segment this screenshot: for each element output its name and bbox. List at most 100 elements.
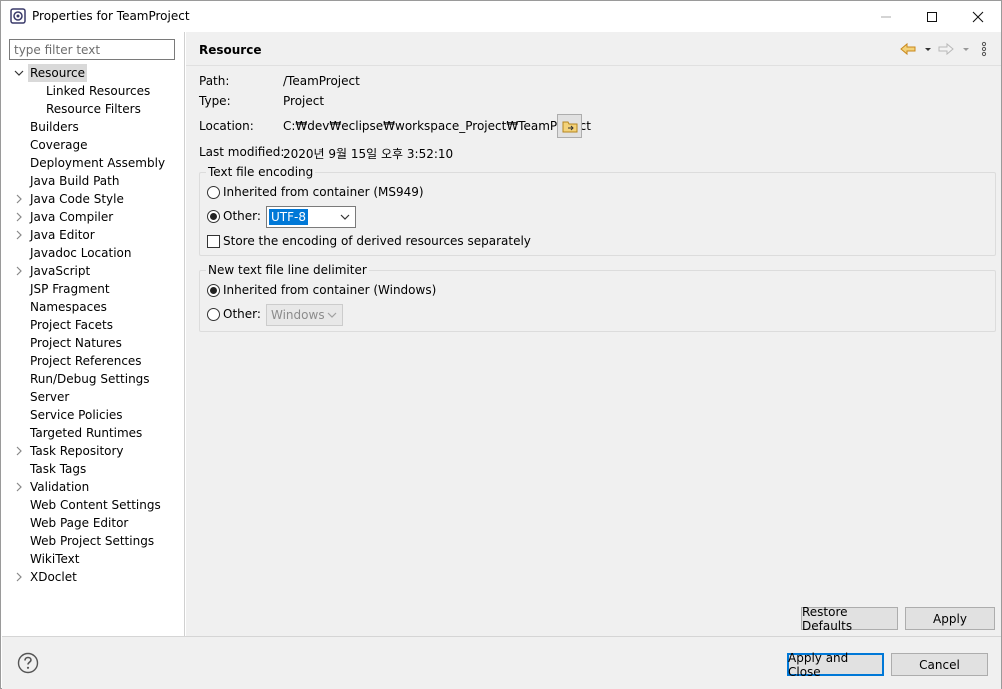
tree-item[interactable]: Coverage (2, 136, 185, 154)
tree-item[interactable]: Web Page Editor (2, 514, 185, 532)
tree-item-label: Server (30, 390, 70, 404)
tree-item[interactable]: Targeted Runtimes (2, 424, 185, 442)
dialog-button-bar: Apply and Close Cancel (2, 636, 1001, 689)
back-arrow-icon[interactable] (900, 41, 916, 57)
tree-item-label: Project Natures (30, 336, 122, 350)
tree-item[interactable]: Deployment Assembly (2, 154, 185, 172)
eclipse-properties-icon (10, 8, 26, 24)
property-page: Resource Path: /TeamProject Type: Projec… (186, 32, 1001, 636)
forward-arrow-icon[interactable] (938, 41, 954, 57)
tree-item-label: Resource (28, 64, 88, 82)
delimiter-select: Windows (266, 304, 343, 326)
tree-item[interactable]: Javadoc Location (2, 244, 185, 262)
delimiter-inherited-radio[interactable] (207, 284, 220, 297)
title-bar: Properties for TeamProject (1, 1, 1001, 32)
filter-input[interactable] (9, 39, 175, 60)
chevron-down-icon[interactable] (14, 68, 24, 78)
encoding-select[interactable]: UTF-8 (266, 206, 356, 228)
chevron-right-icon[interactable] (14, 230, 24, 240)
apply-button[interactable]: Apply (905, 607, 995, 630)
delimiter-inherited-label: Inherited from container (Windows) (223, 283, 437, 297)
tree-item[interactable]: Java Code Style (2, 190, 185, 208)
chevron-right-icon[interactable] (14, 572, 24, 582)
tree-item[interactable]: Server (2, 388, 185, 406)
apply-and-close-button[interactable]: Apply and Close (787, 651, 884, 679)
delimiter-other-radio[interactable] (207, 308, 220, 321)
tree-item-label: Task Tags (30, 462, 87, 476)
forward-dropdown-icon[interactable] (961, 41, 977, 57)
tree-item[interactable]: Namespaces (2, 298, 185, 316)
chevron-down-icon (327, 312, 337, 318)
tree-item-label: Web Project Settings (30, 534, 155, 548)
store-encoding-checkbox[interactable] (207, 235, 220, 248)
tree-item-label: WikiText (30, 552, 80, 566)
property-page-tree: Resource Linked Resources Resource Filters… (2, 64, 185, 586)
tree-item-label: Targeted Runtimes (30, 426, 143, 440)
chevron-right-icon[interactable] (14, 482, 24, 492)
tree-item-label: Resource Filters (46, 102, 141, 116)
tree-item[interactable]: Service Policies (2, 406, 185, 424)
chevron-right-icon[interactable] (14, 266, 24, 276)
tree-item[interactable]: Builders (2, 118, 185, 136)
tree-item[interactable]: Validation (2, 478, 185, 496)
properties-dialog: Properties for TeamProject Resource Linke… (0, 0, 1002, 689)
tree-item[interactable]: Project Natures (2, 334, 185, 352)
navigation-pane: Resource Linked Resources Resource Filters… (2, 32, 185, 636)
line-delimiter-label: New text file line delimiter (206, 263, 369, 277)
encoding-other-radio[interactable] (207, 210, 220, 223)
tree-item-label: Run/Debug Settings (30, 372, 150, 386)
last-modified-label: Last modified: (199, 145, 285, 159)
chevron-right-icon[interactable] (14, 446, 24, 456)
tree-item[interactable]: Web Content Settings (2, 496, 185, 514)
tree-item[interactable]: Java Compiler (2, 208, 185, 226)
tree-item[interactable]: JavaScript (2, 262, 185, 280)
restore-defaults-button[interactable]: Restore Defaults (801, 605, 898, 633)
tree-item[interactable]: Resource Filters (2, 100, 185, 118)
type-label: Type: (199, 94, 231, 108)
encoding-select-value: UTF-8 (269, 209, 308, 225)
window-title: Properties for TeamProject (32, 9, 190, 23)
tree-item-label: Linked Resources (46, 84, 151, 98)
maximize-button[interactable] (909, 1, 955, 32)
tree-item[interactable]: Java Editor (2, 226, 185, 244)
text-file-encoding-group: Text file encoding Inherited from contai… (199, 165, 996, 256)
tree-item[interactable]: Resource (2, 64, 185, 82)
view-menu-icon[interactable] (979, 41, 995, 57)
last-modified-value: 2020년 9월 15일 오후 3:52:10 (283, 147, 454, 161)
delimiter-select-value: Windows (271, 308, 325, 322)
tree-item-label: Java Compiler (30, 210, 114, 224)
tree-item[interactable]: JSP Fragment (2, 280, 185, 298)
tree-item-label: Builders (30, 120, 79, 134)
tree-item[interactable]: Project References (2, 352, 185, 370)
tree-item-label: Java Editor (30, 228, 95, 242)
minimize-button[interactable] (863, 1, 909, 32)
chevron-right-icon[interactable] (14, 212, 24, 222)
location-label: Location: (199, 119, 254, 133)
tree-item[interactable]: Task Tags (2, 460, 185, 478)
location-value: C:₩dev₩eclipse₩workspace_Project₩TeamPro… (283, 119, 591, 133)
chevron-right-icon[interactable] (14, 194, 24, 204)
tree-item[interactable]: XDoclet (2, 568, 185, 586)
tree-item-label: JSP Fragment (30, 282, 110, 296)
tree-item[interactable]: WikiText (2, 550, 185, 568)
tree-item-label: Project References (30, 354, 142, 368)
tree-item[interactable]: Linked Resources (2, 82, 185, 100)
type-value: Project (283, 94, 325, 108)
tree-item-label: XDoclet (30, 570, 77, 584)
tree-item[interactable]: Web Project Settings (2, 532, 185, 550)
cancel-button[interactable]: Cancel (891, 653, 988, 676)
tree-item[interactable]: Run/Debug Settings (2, 370, 185, 388)
encoding-inherited-radio[interactable] (207, 186, 220, 199)
text-file-encoding-label: Text file encoding (206, 165, 316, 179)
show-in-system-explorer-button[interactable] (557, 114, 582, 138)
help-icon[interactable] (17, 652, 39, 674)
minimize-icon (881, 16, 891, 17)
tree-item[interactable]: Project Facets (2, 316, 185, 334)
back-dropdown-icon[interactable] (923, 41, 939, 57)
tree-item-label: Web Page Editor (30, 516, 129, 530)
tree-item-label: Validation (30, 480, 90, 494)
path-label: Path: (199, 74, 230, 88)
tree-item[interactable]: Java Build Path (2, 172, 185, 190)
close-button[interactable] (955, 1, 1001, 32)
tree-item[interactable]: Task Repository (2, 442, 185, 460)
